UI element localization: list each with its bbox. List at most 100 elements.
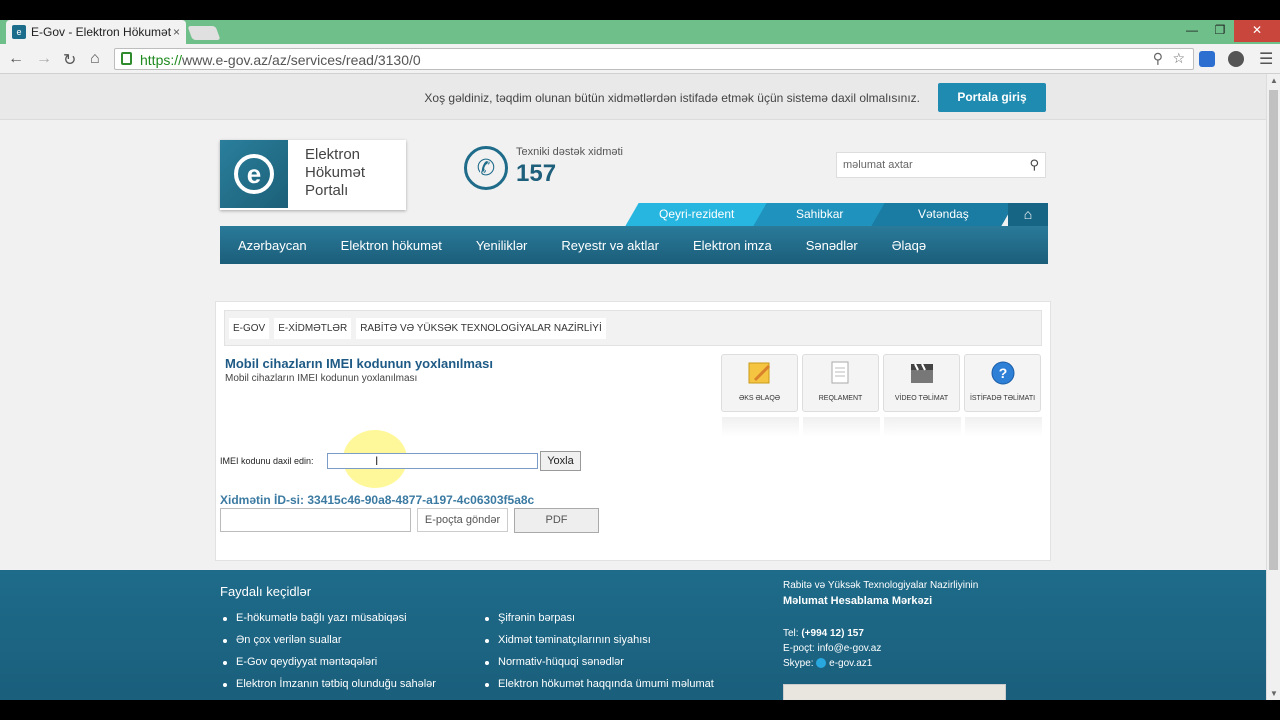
tab-citizen[interactable]: Vətəndaş: [871, 203, 1015, 226]
text-cursor-icon: I: [375, 454, 379, 468]
footer-link[interactable]: E-Gov qeydiyyat məntəqələri: [220, 656, 436, 678]
svg-text:?: ?: [999, 365, 1008, 381]
search-icon[interactable]: ⚲: [1029, 157, 1039, 173]
tab-close-icon[interactable]: ×: [173, 25, 180, 39]
nav-item-e-government[interactable]: Elektron hökumət: [341, 238, 442, 253]
extension-badge-icon[interactable]: [1228, 51, 1244, 67]
service-title: Mobil cihazların IMEI kodunun yoxlanılma…: [225, 356, 493, 371]
nav-item-news[interactable]: Yeniliklər: [476, 238, 528, 253]
home-icon[interactable]: ⌂: [90, 50, 100, 68]
scroll-down-icon[interactable]: ▼: [1270, 689, 1278, 698]
browser-tab[interactable]: e E-Gov - Elektron Hökumət ×: [6, 20, 186, 44]
extension-icon[interactable]: [1199, 51, 1215, 67]
tool-reflection: [884, 417, 961, 437]
org-line-1: Rabitə və Yüksək Texnologiyalar Nazirliy…: [783, 580, 979, 591]
tab-entrepreneur[interactable]: Sahibkar: [753, 203, 887, 226]
scrollbar-thumb[interactable]: [1269, 90, 1278, 570]
imei-input[interactable]: [327, 453, 538, 469]
tab-non-resident[interactable]: Qeyri-rezident: [625, 203, 769, 226]
tel-label: Tel:: [783, 628, 799, 639]
footer-link[interactable]: Şifrənin bərpası: [482, 612, 714, 634]
tool-reflection: [803, 417, 880, 437]
help-question-icon: ?: [991, 361, 1015, 385]
breadcrumb-eservices[interactable]: E-XİDMƏTLƏR: [274, 317, 352, 339]
regulation-button[interactable]: REQLAMENT: [802, 354, 880, 437]
nav-item-azerbaijan[interactable]: Azərbaycan: [238, 238, 307, 253]
screen-bottom-edge: [0, 700, 1280, 720]
nav-item-registry[interactable]: Reyestr və aktlar: [561, 238, 659, 253]
site-search: ⚲: [836, 152, 1046, 178]
page-scrollbar[interactable]: ▲ ▼: [1266, 74, 1280, 700]
close-window-icon[interactable]: ✕: [1234, 20, 1280, 42]
nav-item-contact[interactable]: Əlaqə: [892, 238, 926, 253]
skype-label: Skype:: [783, 658, 814, 669]
footer-links-col1: E-hökumətlə bağlı yazı müsabiqəsi Ən çox…: [220, 612, 436, 700]
browser-titlebar: e E-Gov - Elektron Hökumət × — ❐ ✕: [0, 0, 1280, 44]
check-button[interactable]: Yoxla: [540, 451, 581, 471]
bookmark-star-icon[interactable]: ☆: [1172, 50, 1185, 67]
tab-non-resident-label: Qeyri-rezident: [659, 207, 735, 221]
breadcrumb-egov[interactable]: E-GOV: [229, 317, 270, 339]
footer: Faydalı keçidlər E-hökumətlə bağlı yazı …: [0, 570, 1266, 700]
pdf-button[interactable]: PDF: [514, 508, 599, 533]
scroll-up-icon[interactable]: ▲: [1270, 76, 1278, 85]
url-text[interactable]: https://www.e-gov.az/az/services/read/31…: [140, 52, 421, 68]
address-bar[interactable]: https://www.e-gov.az/az/services/read/31…: [114, 48, 1194, 70]
send-email-button[interactable]: E-poçta göndər: [417, 508, 508, 532]
zoom-search-icon[interactable]: ⚲: [1153, 50, 1163, 67]
nav-item-documents[interactable]: Sənədlər: [806, 238, 858, 253]
new-tab-button[interactable]: [187, 26, 221, 40]
regulation-label: REQLAMENT: [818, 395, 863, 402]
minimize-icon[interactable]: —: [1178, 20, 1206, 42]
feedback-label: ƏKS ƏLAQƏ: [738, 395, 781, 402]
support-label: Texniki dəstək xidməti: [516, 146, 623, 158]
contact-tel: Tel: (+994 12) 157: [783, 628, 864, 639]
nav-item-e-signature[interactable]: Elektron imza: [693, 238, 772, 253]
email-label: E-poçt:: [783, 643, 815, 654]
logo-line-3: Portalı: [305, 182, 349, 199]
footer-link[interactable]: E-hökumətlə bağlı yazı müsabiqəsi: [220, 612, 436, 634]
notepad-pencil-icon: [748, 362, 771, 384]
tool-reflection: [722, 417, 799, 437]
footer-link[interactable]: Elektron hökumət haqqında ümumi məlumat: [482, 678, 714, 700]
feedback-button[interactable]: ƏKS ƏLAQƏ: [721, 354, 799, 437]
portal-login-button[interactable]: Portala giriş: [938, 83, 1046, 112]
screen-edge: [0, 0, 1280, 20]
back-arrow-icon[interactable]: ←: [8, 50, 24, 68]
logo-line-1: Elektron: [305, 146, 361, 163]
egov-logo-mark-icon: e: [220, 140, 288, 208]
tool-reflection: [965, 417, 1042, 437]
egov-favicon-icon: e: [12, 25, 26, 39]
tel-value: (+994 12) 157: [801, 628, 864, 639]
skype-value[interactable]: e-gov.az1: [829, 658, 872, 669]
contact-email: E-poçt: info@e-gov.az: [783, 643, 881, 654]
restore-icon[interactable]: ❐: [1206, 20, 1234, 42]
skype-icon: [816, 658, 827, 669]
forward-arrow-icon[interactable]: →: [36, 50, 52, 68]
map-thumbnail[interactable]: [783, 684, 1006, 700]
home-button-icon[interactable]: ⌂: [1008, 203, 1048, 226]
footer-links-col2: Şifrənin bərpası Xidmət təminatçılarının…: [482, 612, 714, 700]
web-page: Xoş gəldiniz, təqdim olunan bütün xidmət…: [0, 74, 1266, 700]
video-guide-button[interactable]: VİDEO TƏLİMAT: [883, 354, 961, 437]
email-value[interactable]: info@e-gov.az: [817, 643, 881, 654]
breadcrumb-ministry[interactable]: RABİTƏ VƏ YÜKSƏK TEXNOLOGİYALAR NAZİRLİY…: [356, 317, 606, 339]
document-icon: [831, 361, 849, 384]
support-number: 157: [516, 160, 557, 187]
footer-link[interactable]: Ən çox verilən suallar: [220, 634, 436, 656]
egov-logo[interactable]: e Elektron Hökumət Portalı: [220, 140, 406, 210]
footer-link[interactable]: Normativ-hüquqi sənədlər: [482, 656, 714, 678]
search-input[interactable]: [843, 157, 1013, 173]
reload-icon[interactable]: ↻: [63, 50, 76, 70]
user-guide-button[interactable]: ? İSTİFADƏ TƏLİMATI: [964, 354, 1042, 437]
tab-entrepreneur-label: Sahibkar: [796, 207, 844, 221]
video-guide-label: VİDEO TƏLİMAT: [894, 395, 949, 402]
footer-link[interactable]: Xidmət təminatçılarının siyahısı: [482, 634, 714, 656]
footer-link[interactable]: Elektron İmzanın tətbiq olunduğu sahələr: [220, 678, 436, 700]
email-field[interactable]: [220, 508, 411, 532]
logo-line-2: Hökumət: [305, 164, 366, 181]
lock-icon: [121, 52, 132, 65]
menu-icon[interactable]: ☰: [1259, 49, 1273, 69]
audience-tabs: Qeyri-rezident Sahibkar Vətəndaş ⌂: [620, 203, 1048, 226]
clapperboard-icon: [911, 363, 933, 383]
